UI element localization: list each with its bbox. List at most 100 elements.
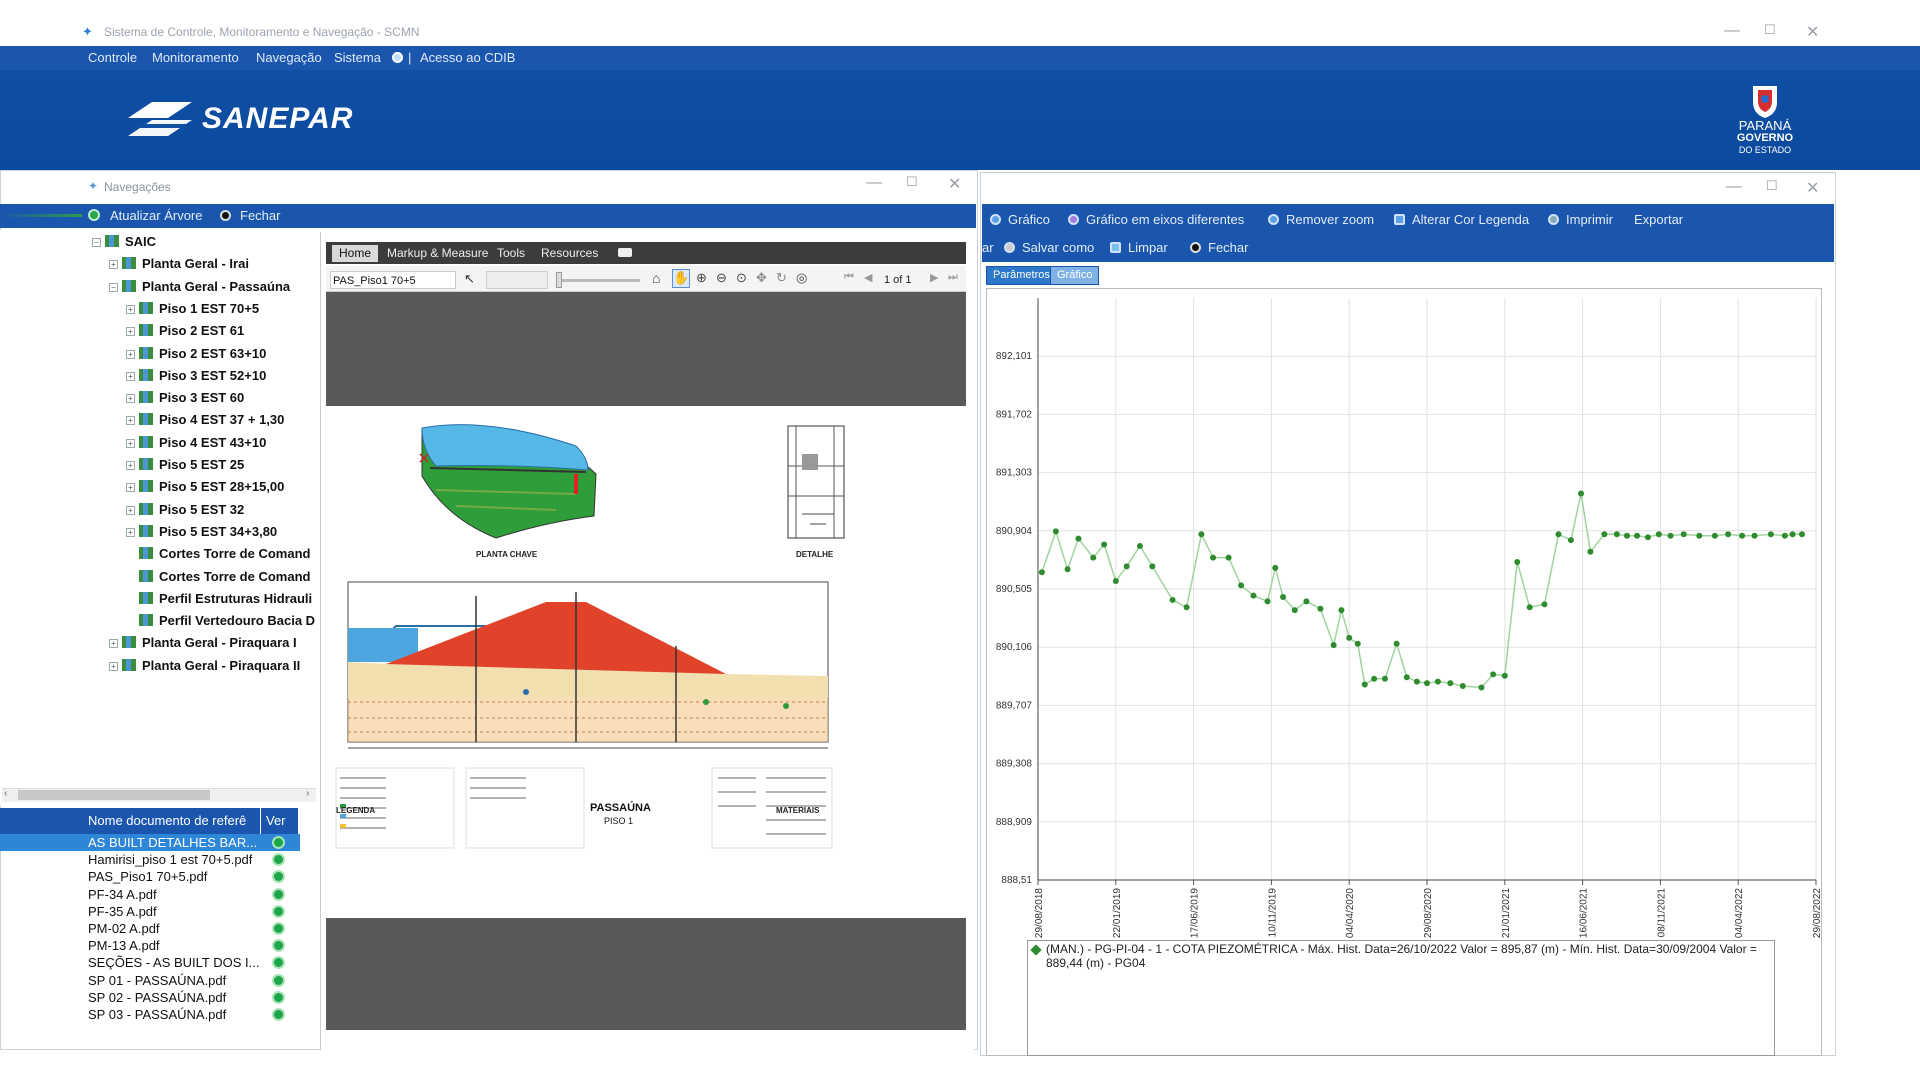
table-row[interactable]: Hamirisi_piso 1 est 70+5.pdf (0, 851, 300, 868)
pointer-icon[interactable]: ↖ (464, 271, 475, 287)
pdf-tab-resources[interactable]: Resources (534, 245, 605, 262)
ribbon-menu-icon[interactable] (618, 248, 632, 257)
tree-node[interactable]: + Piso 5 EST 28+15,00 (126, 477, 284, 497)
chart-button-eixos[interactable]: Gráfico em eixos diferentes (1068, 212, 1244, 227)
tree-node[interactable]: Cortes Torre de Comand (126, 567, 310, 587)
menu-controle[interactable]: Controle (88, 50, 137, 65)
first-page-icon[interactable]: ⏮ (844, 271, 854, 284)
pdf-tab-markup[interactable]: Markup & Measure (380, 245, 495, 262)
home-icon[interactable]: ⌂ (652, 270, 660, 286)
pdf-tab-home[interactable]: Home (332, 245, 379, 262)
remove-zoom-button[interactable]: Remover zoom (1268, 212, 1374, 227)
tree-node[interactable]: + Piso 4 EST 37 + 1,30 (126, 410, 284, 430)
export-button[interactable]: Exportar (1634, 212, 1683, 227)
tree-node[interactable]: Perfil Vertedouro Bacia D (126, 611, 315, 631)
view-document-icon[interactable] (272, 939, 285, 953)
tree-node[interactable]: Perfil Estruturas Hidrauli (126, 589, 312, 609)
pdf-file-field[interactable]: PAS_Piso1 70+5 (330, 271, 456, 289)
tree-node[interactable]: + Planta Geral - Piraquara I (109, 633, 297, 653)
maximize-icon[interactable]: ☐ (1764, 22, 1776, 38)
expander-icon[interactable]: + (109, 260, 118, 270)
table-row[interactable]: PM-13 A.pdf (0, 937, 300, 954)
tree-node[interactable]: Cortes Torre de Comand (126, 544, 310, 564)
nav-maximize-icon[interactable]: ☐ (906, 174, 918, 190)
close-chart-button[interactable]: Fechar (1190, 240, 1248, 255)
tree-node[interactable]: + Piso 3 EST 60 (126, 388, 244, 408)
last-page-icon[interactable]: ⏭ (948, 271, 958, 284)
column-header-ver[interactable]: Ver (266, 813, 286, 828)
view-document-icon[interactable] (272, 922, 285, 935)
scrollbar-thumb[interactable] (18, 790, 210, 800)
chart-close-icon[interactable]: ✕ (1806, 178, 1819, 198)
expander-icon[interactable]: + (126, 438, 135, 448)
expander-icon[interactable]: + (126, 527, 135, 537)
rotate-icon[interactable]: ↻ (776, 270, 787, 286)
zoom-slider[interactable] (556, 279, 640, 282)
menu-navegacao[interactable]: Navegação (256, 50, 322, 65)
zoom-window-icon[interactable]: ⊙ (736, 270, 747, 286)
table-row[interactable]: AS BUILT DETALHES BAR... (0, 834, 300, 851)
truncated-button[interactable]: ar (982, 240, 994, 255)
tree-node[interactable]: + Piso 3 EST 52+10 (126, 366, 266, 386)
tree-root[interactable]: − SAIC (92, 232, 156, 252)
expander-icon[interactable]: + (126, 505, 135, 515)
expander-icon[interactable]: + (126, 371, 135, 381)
tree-node[interactable]: + Piso 5 EST 32 (126, 500, 244, 520)
chart-button-grafico[interactable]: Gráfico (990, 212, 1050, 227)
zoom-slider-thumb[interactable] (556, 272, 562, 288)
chart-minimize-icon[interactable]: — (1726, 178, 1742, 196)
view-document-icon[interactable] (272, 1008, 285, 1021)
view-document-icon[interactable] (272, 990, 285, 1004)
expander-icon[interactable]: + (126, 461, 135, 470)
scroll-right-icon[interactable]: › (306, 788, 309, 799)
expander-icon[interactable]: + (109, 639, 118, 649)
view-document-icon[interactable] (272, 956, 285, 970)
print-button[interactable]: Imprimir (1548, 212, 1613, 227)
expander-icon[interactable]: + (126, 304, 135, 314)
close-icon[interactable]: ✕ (1806, 22, 1819, 42)
view-document-icon[interactable] (272, 870, 285, 884)
nav-close-icon[interactable]: ✕ (948, 174, 961, 194)
close-tree-button[interactable]: Fechar (240, 208, 280, 223)
nav-minimize-icon[interactable]: — (866, 174, 882, 192)
pdf-tab-tools[interactable]: Tools (490, 245, 532, 262)
tree-node[interactable]: + Piso 5 EST 25 (126, 455, 244, 475)
line-chart[interactable]: 892,101 891,702 891,303 890,904 890,505 890,1… (986, 288, 1822, 948)
view-document-icon[interactable] (272, 973, 285, 987)
minimize-icon[interactable]: — (1724, 22, 1740, 40)
table-row[interactable]: PF-34 A.pdf (0, 886, 300, 903)
column-header-name[interactable]: Nome documento de referê (88, 813, 246, 828)
table-row[interactable]: SP 02 - PASSAÚNA.pdf (0, 989, 300, 1006)
expander-icon[interactable]: − (109, 282, 118, 292)
pan-hand-icon[interactable]: ✋ (672, 269, 690, 288)
zoom-out-icon[interactable]: ⊖ (716, 270, 727, 286)
view-document-icon[interactable] (272, 853, 285, 867)
chart-maximize-icon[interactable]: ☐ (1766, 178, 1778, 194)
tree-node[interactable]: + Planta Geral - Piraquara II (109, 656, 300, 676)
prev-page-icon[interactable]: ◀ (864, 271, 872, 284)
menu-monitoramento[interactable]: Monitoramento (152, 50, 239, 65)
tab-parametros[interactable]: Parâmetros (986, 266, 1057, 285)
table-row[interactable]: SP 03 - PASSAÚNA.pdf (0, 1006, 300, 1023)
expander-icon[interactable]: + (126, 416, 135, 426)
legend-color-button[interactable]: Alterar Cor Legenda (1394, 212, 1529, 227)
orbit-icon[interactable]: ◎ (796, 270, 807, 286)
tree-node[interactable]: − Planta Geral - Passaúna (109, 277, 290, 297)
expander-icon[interactable]: + (126, 349, 135, 359)
tree-node[interactable]: + Piso 1 EST 70+5 (126, 299, 259, 319)
table-row[interactable]: PF-35 A.pdf (0, 903, 300, 920)
zoom-in-icon[interactable]: ⊕ (696, 270, 707, 286)
expander-icon[interactable]: + (126, 483, 135, 493)
tree-node[interactable]: + Piso 4 EST 43+10 (126, 433, 266, 453)
scroll-left-icon[interactable]: ‹ (4, 788, 7, 799)
menu-sistema[interactable]: Sistema (334, 50, 381, 65)
tab-grafico[interactable]: Gráfico (1050, 266, 1100, 285)
tree-node[interactable]: + Piso 5 EST 34+3,80 (126, 522, 277, 542)
clear-button[interactable]: Limpar (1110, 240, 1168, 255)
expander-icon[interactable]: + (109, 661, 118, 671)
view-document-icon[interactable] (272, 836, 285, 849)
expander-icon[interactable]: + (126, 327, 135, 337)
view-document-icon[interactable] (272, 904, 285, 918)
tree-node[interactable]: + Piso 2 EST 63+10 (126, 344, 266, 364)
zoom-select[interactable] (486, 271, 548, 289)
